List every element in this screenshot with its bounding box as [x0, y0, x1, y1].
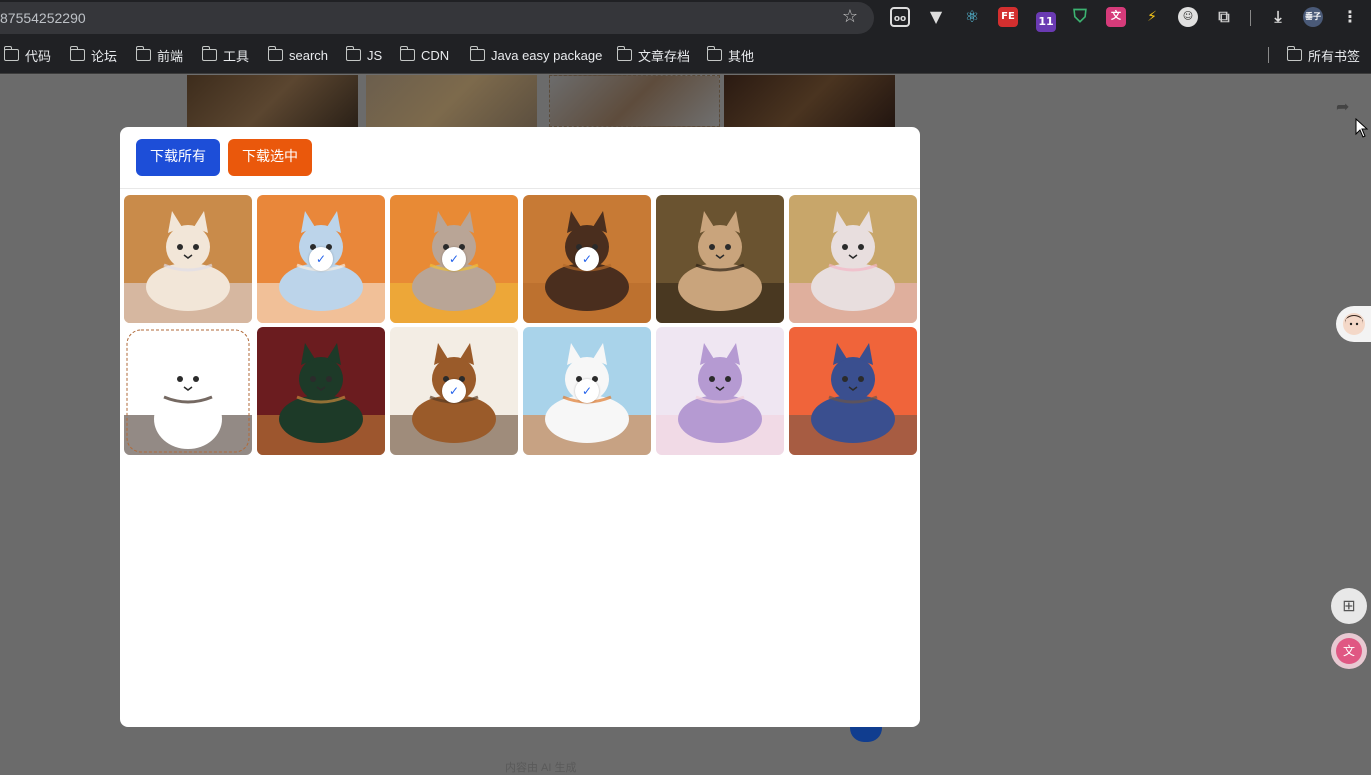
folder-icon: [69, 46, 85, 61]
bookmark-label: 文章存档: [638, 48, 691, 64]
url-text[interactable]: 87554252290: [0, 10, 86, 26]
folder-icon: [1286, 46, 1302, 61]
image-tile[interactable]: [124, 327, 252, 455]
fe-extension-icon[interactable]: FE: [998, 7, 1018, 27]
cat-image: [656, 195, 784, 323]
image-tile[interactable]: [656, 195, 784, 323]
footer-hint: 内容由 AI 生成: [505, 762, 577, 774]
image-tile[interactable]: ✓: [257, 195, 385, 323]
vue-extension-icon[interactable]: ▼: [926, 7, 946, 27]
folder-icon: [469, 46, 485, 61]
folder-icon: [3, 46, 19, 61]
bookmarks-divider: [1268, 47, 1269, 63]
bookmark-folder-frontend[interactable]: 前端: [135, 46, 184, 64]
bookmark-label: 前端: [157, 48, 184, 64]
avatar-extension-icon[interactable]: ☺: [1178, 7, 1198, 27]
image-tile[interactable]: [656, 327, 784, 455]
apps-grid-icon: ⊞: [1342, 598, 1356, 615]
bookmark-label: 论坛: [91, 48, 118, 64]
apps-float-button[interactable]: ⊞: [1331, 588, 1367, 624]
folder-icon: [201, 46, 217, 61]
menu-kebab-icon[interactable]: ⋮: [1340, 7, 1360, 27]
image-tile[interactable]: [789, 327, 917, 455]
selected-check-icon[interactable]: ✓: [575, 379, 599, 403]
image-tile[interactable]: ✓: [523, 327, 651, 455]
pikachu-extension-icon[interactable]: ⚡: [1142, 7, 1162, 27]
download-selected-button[interactable]: 下载选中: [228, 139, 312, 176]
bookmarks-bar: 代码 论坛 前端 工具 search JS CDN Java easy pack…: [0, 36, 1371, 74]
translate-extension-icon[interactable]: 文: [1106, 7, 1126, 27]
checkmark-glyph: ✓: [448, 384, 460, 398]
bookmark-star-icon[interactable]: ☆: [840, 6, 860, 26]
image-tile[interactable]: [124, 195, 252, 323]
background-image-thumb: [549, 75, 720, 127]
all-bookmarks-folder[interactable]: 所有书签: [1286, 46, 1361, 64]
bookmark-label: Java easy package: [491, 47, 603, 63]
checkmark-glyph: ✓: [581, 384, 593, 398]
background-image-thumb: [187, 75, 358, 127]
download-icon[interactable]: ⤓: [1268, 7, 1288, 27]
folder-icon: [616, 46, 632, 61]
checkmark-glyph: ✓: [581, 252, 593, 266]
background-image-thumb: [366, 75, 537, 127]
bookmark-label: 代码: [25, 48, 52, 64]
extensions-puzzle-icon[interactable]: ⧉: [1214, 7, 1234, 27]
selected-check-icon[interactable]: ✓: [442, 247, 466, 271]
checkmark-glyph: ✓: [315, 252, 327, 266]
toolbar-divider: [1250, 10, 1251, 26]
bookmark-folder-articles[interactable]: 文章存档: [616, 46, 691, 64]
shield-extension-icon[interactable]: ⛉: [1070, 7, 1090, 27]
share-icon[interactable]: ➦: [1336, 97, 1356, 117]
cat-image: [789, 327, 917, 455]
assistant-avatar-icon: [1343, 313, 1365, 335]
dialog-header: 下载所有 下载选中: [120, 127, 920, 189]
bookmark-folder-code[interactable]: 代码: [3, 46, 52, 64]
badge-extension-icon[interactable]: 11: [1036, 12, 1056, 32]
bookmark-folder-forum[interactable]: 论坛: [69, 46, 118, 64]
download-all-button[interactable]: 下载所有: [136, 139, 220, 176]
bookmark-folder-other[interactable]: 其他: [706, 46, 755, 64]
folder-icon: [345, 46, 361, 61]
background-image-thumb: [724, 75, 895, 127]
browser-toolbar: 87554252290 ☆ oo ▼ ⚛ FE 11 ⛉ 文 ⚡ ☺ ⧉ ⤓ 垂…: [0, 0, 1371, 36]
image-tile[interactable]: [789, 195, 917, 323]
bookmark-label: search: [289, 47, 329, 63]
image-download-dialog: 下载所有 下载选中 ✓ ✓ ✓ ✓ ✓: [120, 127, 920, 727]
checkmark-glyph: ✓: [448, 252, 460, 266]
bookmark-label: 工具: [223, 48, 250, 64]
bookmark-label: 其他: [728, 48, 755, 64]
bookmark-label: CDN: [421, 47, 450, 63]
cat-image: [656, 327, 784, 455]
image-tile[interactable]: ✓: [390, 327, 518, 455]
bookmark-label: 所有书签: [1308, 48, 1361, 64]
glasses-extension-icon[interactable]: oo: [890, 7, 910, 27]
selected-check-icon[interactable]: ✓: [309, 247, 333, 271]
folder-icon: [135, 46, 151, 61]
bookmark-folder-cdn[interactable]: CDN: [399, 46, 450, 63]
translate-float-button[interactable]: 文: [1331, 633, 1367, 669]
mouse-cursor-icon: [1355, 118, 1369, 138]
image-tile[interactable]: ✓: [390, 195, 518, 323]
folder-icon: [399, 46, 415, 61]
folder-icon: [706, 46, 722, 61]
selected-check-icon[interactable]: ✓: [575, 247, 599, 271]
image-tile[interactable]: [257, 327, 385, 455]
cat-image: [257, 327, 385, 455]
cat-image: [789, 195, 917, 323]
cat-image: [124, 195, 252, 323]
react-devtools-icon[interactable]: ⚛: [962, 7, 982, 27]
bookmark-folder-tools[interactable]: 工具: [201, 46, 250, 64]
assistant-avatar-float[interactable]: [1336, 306, 1371, 342]
profile-avatar[interactable]: 垂子: [1303, 7, 1323, 27]
bookmark-folder-java[interactable]: Java easy package: [469, 46, 603, 63]
selected-check-icon[interactable]: ✓: [442, 379, 466, 403]
bookmark-folder-search[interactable]: search: [267, 46, 329, 63]
translate-icon: 文: [1336, 638, 1362, 664]
image-tile[interactable]: ✓: [523, 195, 651, 323]
bookmark-folder-js[interactable]: JS: [345, 46, 383, 63]
folder-icon: [267, 46, 283, 61]
bookmark-label: JS: [367, 47, 383, 63]
address-bar[interactable]: 87554252290: [0, 2, 874, 34]
cat-image: [124, 327, 252, 455]
